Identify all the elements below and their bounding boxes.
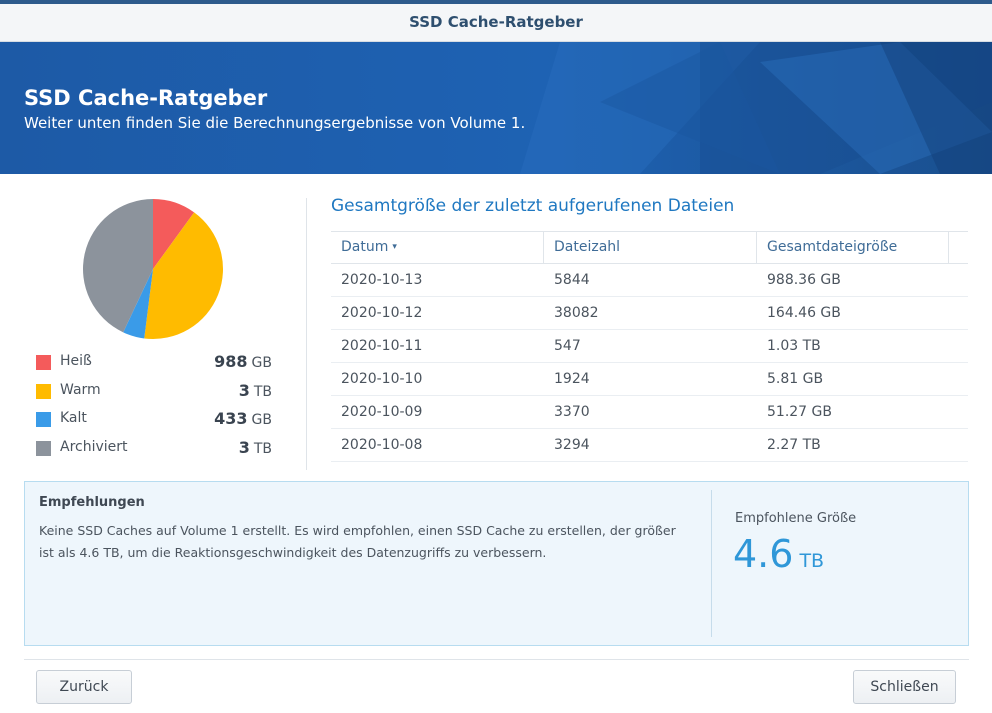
table-title: Gesamtgröße der zuletzt aufgerufenen Dat… (331, 196, 735, 216)
cell-date: 2020-10-10 (341, 371, 423, 387)
legend-item-cold: Kalt 433 GB (36, 407, 272, 436)
cell-total-size: 5.81 GB (767, 371, 824, 387)
recommendation-panel: Empfehlungen Keine SSD Caches auf Volume… (24, 481, 969, 646)
legend-item-warm: Warm 3 TB (36, 379, 272, 408)
legend-label: Warm (60, 381, 101, 398)
cell-file-count: 38082 (554, 305, 599, 321)
column-header-date[interactable]: Datum ▾ (341, 239, 397, 255)
recommendation-title: Empfehlungen (39, 495, 145, 510)
cell-date: 2020-10-11 (341, 338, 423, 354)
legend-swatch (36, 355, 51, 370)
sort-desc-icon: ▾ (392, 242, 397, 252)
window-title: SSD Cache-Ratgeber (409, 13, 583, 31)
cache-pie-chart (82, 199, 223, 339)
table-header: Datum ▾ Dateizahl Gesamtdateigröße (331, 231, 968, 264)
table-row[interactable]: 2020-10-10 1924 5.81 GB (331, 363, 968, 396)
legend-item-archived: Archiviert 3 TB (36, 436, 272, 465)
legend-value: 433 GB (214, 409, 272, 428)
column-separator[interactable] (948, 232, 949, 264)
panel-divider (306, 198, 307, 470)
cell-file-count: 5844 (554, 272, 590, 288)
cell-file-count: 547 (554, 338, 581, 354)
table-row[interactable]: 2020-10-13 5844 988.36 GB (331, 264, 968, 297)
cell-total-size: 51.27 GB (767, 404, 832, 420)
legend-label: Archiviert (60, 438, 128, 455)
legend-label: Heiß (60, 353, 92, 369)
legend-value: 988 GB (214, 352, 272, 371)
cell-file-count: 3370 (554, 404, 590, 420)
cell-total-size: 2.27 TB (767, 437, 821, 453)
cell-total-size: 164.46 GB (767, 305, 841, 321)
access-table: Datum ▾ Dateizahl Gesamtdateigröße 2020-1… (331, 231, 968, 462)
cell-date: 2020-10-08 (341, 437, 423, 453)
legend-item-hot: Heiß 988 GB (36, 350, 272, 379)
cell-date: 2020-10-09 (341, 404, 423, 420)
column-separator[interactable] (543, 232, 544, 264)
cell-date: 2020-10-12 (341, 305, 423, 321)
legend-swatch (36, 383, 51, 399)
recommendation-divider (711, 490, 712, 637)
recommended-size-label: Empfohlene Größe (735, 511, 857, 526)
back-button[interactable]: Zurück (36, 670, 132, 704)
cell-total-size: 988.36 GB (767, 272, 841, 288)
close-button[interactable]: Schließen (853, 670, 956, 704)
window-titlebar: SSD Cache-Ratgeber (0, 0, 992, 42)
legend-value: 3 TB (238, 380, 272, 400)
cell-file-count: 3294 (554, 437, 590, 453)
legend-swatch (36, 412, 51, 427)
footer-divider (24, 659, 969, 660)
cell-file-count: 1924 (554, 371, 590, 387)
legend-value: 3 TB (238, 437, 272, 457)
legend-label: Kalt (60, 410, 87, 426)
recommended-size-value: 4.6 (733, 532, 794, 576)
recommended-size-unit: TB (799, 550, 825, 572)
table-row[interactable]: 2020-10-11 547 1.03 TB (331, 330, 968, 363)
recommended-size: 4.6 TB (733, 532, 824, 576)
pie-legend: Heiß 988 GB Warm 3 TB Kalt 433 GB Archivier… (36, 350, 272, 464)
recommendation-text: Keine SSD Caches auf Volume 1 erstellt. … (39, 523, 676, 560)
banner-title: SSD Cache-Ratgeber (24, 86, 268, 110)
legend-swatch (36, 440, 51, 456)
banner-subtitle: Weiter unten finden Sie die Berechnungse… (24, 114, 526, 132)
table-row[interactable]: 2020-10-09 3370 51.27 GB (331, 396, 968, 429)
cell-date: 2020-10-13 (341, 272, 423, 288)
column-header-total-size[interactable]: Gesamtdateigröße (767, 239, 897, 255)
cell-total-size: 1.03 TB (767, 338, 821, 354)
table-row[interactable]: 2020-10-08 3294 2.27 TB (331, 429, 968, 462)
table-row[interactable]: 2020-10-12 38082 164.46 GB (331, 297, 968, 330)
header-banner: SSD Cache-Ratgeber Weiter unten finden S… (0, 42, 992, 174)
column-header-file-count[interactable]: Dateizahl (554, 239, 620, 255)
column-separator[interactable] (756, 232, 757, 264)
